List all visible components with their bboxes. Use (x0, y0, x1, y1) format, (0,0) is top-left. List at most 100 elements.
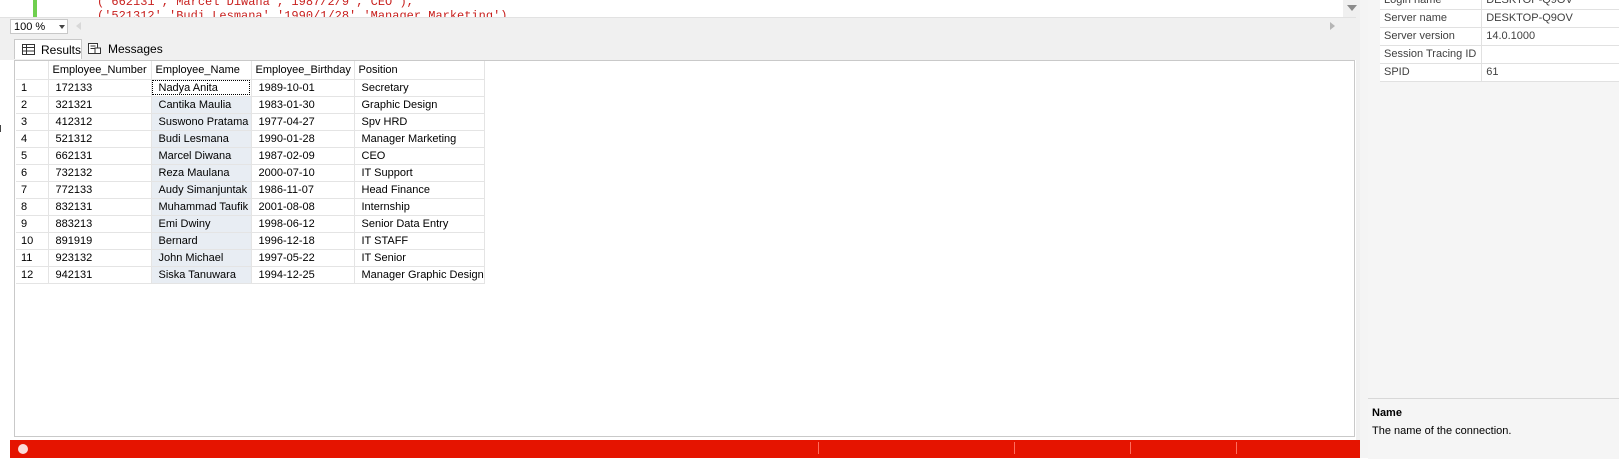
grid-cell[interactable]: 2001-08-08 (251, 198, 355, 216)
grid-cell[interactable]: Reza Maulana (151, 164, 252, 182)
zoom-dropdown[interactable]: 100 % (10, 19, 68, 34)
table-row[interactable]: 1 172133 Nadya Anita 1989-10-01 Secretar… (16, 79, 485, 97)
code-line[interactable]: ('521312','Budi Lesmana','1990/1/28','Ma… (97, 9, 507, 17)
grid-cell[interactable]: 832131 (48, 198, 152, 216)
table-row[interactable]: 2 321321 Cantika Maulia 1983-01-30 Graph… (16, 96, 485, 114)
grid-cell[interactable]: 1990-01-28 (251, 130, 355, 148)
grid-cell[interactable]: Internship (354, 198, 485, 216)
property-value[interactable]: DESKTOP-Q9OV (1481, 9, 1619, 28)
grid-cell[interactable]: CEO (354, 147, 485, 165)
property-value[interactable] (1481, 45, 1619, 64)
grid-cell[interactable]: 732132 (48, 164, 152, 182)
grid-cell[interactable]: John Michael (151, 249, 252, 267)
row-number[interactable]: 7 (16, 181, 49, 199)
property-name[interactable]: Server version (1380, 27, 1483, 46)
grid-cell[interactable]: Graphic Design (354, 96, 485, 114)
results-grid[interactable]: Employee_Number Employee_Name Employee_B… (16, 61, 485, 284)
grid-cell[interactable]: Spv HRD (354, 113, 485, 131)
table-row[interactable]: 8 832131 Muhammad Taufik 2001-08-08 Inte… (16, 198, 485, 216)
grid-cell[interactable]: Siska Tanuwara (151, 266, 252, 284)
property-name[interactable]: Session Tracing ID (1380, 45, 1483, 64)
editor-scroll-down-button[interactable] (1343, 0, 1360, 17)
table-row[interactable]: 7 772133 Audy Simanjuntak 1986-11-07 Hea… (16, 181, 485, 199)
row-number[interactable]: 10 (16, 232, 49, 250)
grid-cell[interactable]: 772133 (48, 181, 152, 199)
grid-cell[interactable]: 1987-02-09 (251, 147, 355, 165)
grid-cell[interactable]: Manager Marketing (354, 130, 485, 148)
scroll-right-button[interactable] (1330, 22, 1335, 30)
grid-cell[interactable]: 662131 (48, 147, 152, 165)
grid-cell[interactable]: 1998-06-12 (251, 215, 355, 233)
property-row[interactable]: Login name DESKTOP-Q9OV (1380, 0, 1619, 10)
property-row[interactable]: SPID 61 (1380, 63, 1619, 82)
property-value[interactable]: 14.0.1000 (1481, 27, 1619, 46)
panel-splitter[interactable] (1360, 0, 1368, 458)
grid-cell[interactable]: 1986-11-07 (251, 181, 355, 199)
property-value[interactable]: DESKTOP-Q9OV (1481, 0, 1619, 10)
row-number[interactable]: 3 (16, 113, 49, 131)
table-row[interactable]: 9 883213 Emi Dwiny 1998-06-12 Senior Dat… (16, 215, 485, 233)
column-header[interactable]: Employee_Name (151, 61, 252, 80)
property-name[interactable]: SPID (1380, 63, 1483, 82)
property-row[interactable]: Server version 14.0.1000 (1380, 27, 1619, 46)
grid-cell[interactable]: 1997-05-22 (251, 249, 355, 267)
row-number[interactable]: 9 (16, 215, 49, 233)
row-number[interactable]: 5 (16, 147, 49, 165)
row-number[interactable]: 1 (16, 79, 49, 97)
tab-results[interactable]: Results (14, 39, 82, 59)
property-row[interactable]: Session Tracing ID (1380, 45, 1619, 64)
property-value[interactable]: 61 (1481, 63, 1619, 82)
grid-cell[interactable]: Marcel Diwana (151, 147, 252, 165)
properties-grid[interactable]: Login name DESKTOP-Q9OV Server name DESK… (1380, 0, 1619, 82)
table-row[interactable]: 3 412312 Suswono Pratama 1977-04-27 Spv … (16, 113, 485, 131)
grid-cell[interactable]: 1983-01-30 (251, 96, 355, 114)
column-header[interactable]: Position (354, 61, 485, 80)
grid-cell[interactable]: IT Support (354, 164, 485, 182)
grid-cell[interactable]: Audy Simanjuntak (151, 181, 252, 199)
grid-cell[interactable]: 1977-04-27 (251, 113, 355, 131)
grid-cell[interactable]: 1994-12-25 (251, 266, 355, 284)
grid-cell[interactable]: Head Finance (354, 181, 485, 199)
table-row[interactable]: 6 732132 Reza Maulana 2000-07-10 IT Supp… (16, 164, 485, 182)
grid-cell[interactable]: Manager Graphic Design (354, 266, 485, 284)
query-editor[interactable]: ('662131','Marcel Diwana','1987/2/9','CE… (0, 0, 1368, 17)
row-number-header[interactable] (16, 61, 49, 80)
grid-cell[interactable]: Budi Lesmana (151, 130, 252, 148)
table-row[interactable]: 11 923132 John Michael 1997-05-22 IT Sen… (16, 249, 485, 267)
property-name[interactable]: Login name (1380, 0, 1483, 10)
table-row[interactable]: 5 662131 Marcel Diwana 1987-02-09 CEO (16, 147, 485, 165)
grid-cell[interactable]: 1996-12-18 (251, 232, 355, 250)
property-row[interactable]: Server name DESKTOP-Q9OV (1380, 9, 1619, 28)
grid-cell[interactable]: 412312 (48, 113, 152, 131)
grid-cell[interactable]: 923132 (48, 249, 152, 267)
row-number[interactable]: 12 (16, 266, 49, 284)
row-number[interactable]: 11 (16, 249, 49, 267)
grid-cell[interactable]: 2000-07-10 (251, 164, 355, 182)
grid-cell[interactable]: Senior Data Entry (354, 215, 485, 233)
grid-cell[interactable]: Secretary (354, 79, 485, 97)
grid-cell[interactable]: 321321 (48, 96, 152, 114)
grid-cell[interactable]: Muhammad Taufik (151, 198, 252, 216)
table-row[interactable]: 10 891919 Bernard 1996-12-18 IT STAFF (16, 232, 485, 250)
splitter-handle[interactable] (0, 125, 1, 132)
grid-cell[interactable]: 883213 (48, 215, 152, 233)
grid-cell[interactable]: Suswono Pratama (151, 113, 252, 131)
grid-cell[interactable]: 942131 (48, 266, 152, 284)
table-row[interactable]: 4 521312 Budi Lesmana 1990-01-28 Manager… (16, 130, 485, 148)
scroll-left-button[interactable] (76, 22, 81, 30)
row-number[interactable]: 8 (16, 198, 49, 216)
grid-cell[interactable]: Emi Dwiny (151, 215, 252, 233)
grid-cell[interactable]: IT STAFF (354, 232, 485, 250)
grid-cell[interactable]: IT Senior (354, 249, 485, 267)
tab-messages[interactable]: Messages (84, 39, 163, 59)
grid-cell-selected[interactable]: Nadya Anita (151, 79, 252, 97)
grid-cell[interactable]: 891919 (48, 232, 152, 250)
row-number[interactable]: 2 (16, 96, 49, 114)
grid-cell[interactable]: 521312 (48, 130, 152, 148)
grid-cell[interactable]: Bernard (151, 232, 252, 250)
property-name[interactable]: Server name (1380, 9, 1483, 28)
grid-cell[interactable]: 172133 (48, 79, 152, 97)
grid-cell[interactable]: 1989-10-01 (251, 79, 355, 97)
column-header[interactable]: Employee_Birthday (251, 61, 355, 80)
grid-cell[interactable]: Cantika Maulia (151, 96, 252, 114)
